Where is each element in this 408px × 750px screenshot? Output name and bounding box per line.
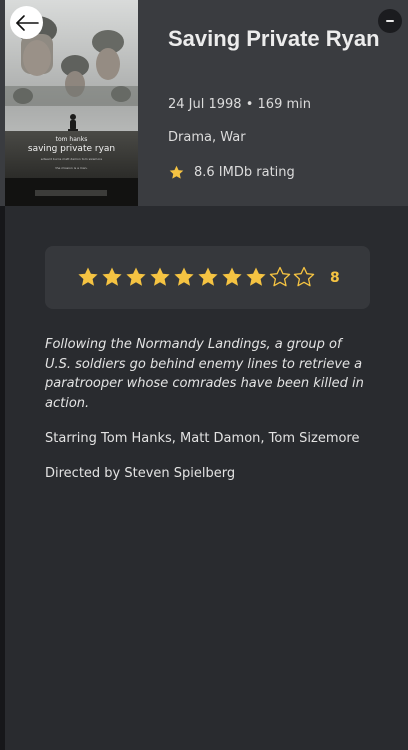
- movie-overview: Following the Normandy Landings, a group…: [45, 337, 364, 411]
- imdb-rating: 8.6 IMDb rating: [168, 164, 295, 181]
- star-filled-icon[interactable]: [148, 265, 172, 289]
- poster-title-text: saving private ryan: [27, 144, 116, 154]
- star-outline-icon[interactable]: [268, 265, 292, 289]
- meta-separator: •: [245, 97, 254, 112]
- poster-credits-text: edward burns matt damon tom sizemore: [40, 157, 103, 161]
- star-outline-icon[interactable]: [292, 265, 316, 289]
- star-filled-icon[interactable]: [220, 265, 244, 289]
- poster-tagline-text: the mission is a man.: [55, 166, 88, 170]
- poster-actor-text: tom hanks: [55, 136, 88, 143]
- star-filled-icon[interactable]: [124, 265, 148, 289]
- star-filled-icon[interactable]: [100, 265, 124, 289]
- star-filled-icon[interactable]: [244, 265, 268, 289]
- genres: Drama, War: [168, 130, 246, 145]
- movie-header: tom hanks saving private ryan edward bur…: [0, 0, 408, 206]
- rating-stars[interactable]: [76, 265, 316, 289]
- star-filled-icon[interactable]: [172, 265, 196, 289]
- starring-text: Starring Tom Hanks, Matt Damon, Tom Size…: [45, 431, 360, 446]
- arrow-left-icon: [15, 14, 39, 31]
- rating-value: 8: [330, 270, 340, 286]
- minus-icon: [386, 20, 394, 22]
- star-icon: [169, 165, 184, 179]
- director-text: Directed by Steven Spielberg: [45, 466, 236, 481]
- movie-detail-screen: tom hanks saving private ryan edward bur…: [0, 0, 408, 750]
- runtime: 169 min: [257, 97, 311, 112]
- release-runtime-line: 24 Jul 1998 • 169 min: [168, 97, 311, 113]
- imdb-rating-text: 8.6 IMDb rating: [194, 164, 295, 180]
- back-button[interactable]: [10, 6, 43, 39]
- star-filled-icon[interactable]: [76, 265, 100, 289]
- movie-title: Saving Private Ryan: [168, 26, 380, 51]
- release-date: 24 Jul 1998: [168, 97, 242, 112]
- star-filled-icon[interactable]: [196, 265, 220, 289]
